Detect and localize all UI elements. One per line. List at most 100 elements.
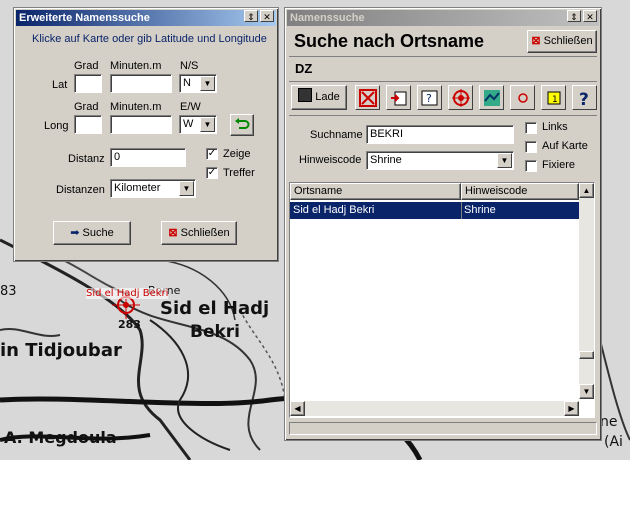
distanz-label: Distanz	[68, 153, 105, 165]
map-label: A. Megdoula	[4, 428, 117, 447]
export-button[interactable]	[386, 85, 411, 110]
floppy-disk-icon	[298, 88, 313, 102]
map-label: Bekri	[190, 322, 241, 342]
scroll-right-icon[interactable]: ▶	[564, 401, 579, 416]
chevron-down-icon: ▼	[179, 181, 194, 196]
scroll-left-icon[interactable]: ◀	[290, 401, 305, 416]
map-label: in Tidjoubar	[0, 340, 122, 361]
ew-label: E/W	[180, 101, 201, 113]
restore-button[interactable]: ⇕	[244, 10, 258, 22]
titlebar: Erweiterte Namenssuche	[16, 10, 276, 26]
scroll-down-icon[interactable]: ▼	[579, 384, 594, 399]
zeige-checkbox[interactable]: ✓	[206, 148, 218, 160]
distanzen-select[interactable]: Kilometer ▼	[110, 179, 196, 198]
suche-button[interactable]: ➡ Suche	[53, 221, 131, 245]
svg-text:?: ?	[426, 92, 432, 105]
reset-button[interactable]	[230, 114, 254, 136]
ns-select[interactable]: N ▼	[179, 74, 217, 93]
map-label: 283	[118, 318, 141, 331]
links-label: Links	[542, 121, 568, 133]
minuten-label: Minuten.m	[110, 60, 162, 72]
suchname-input[interactable]: BEKRI	[366, 125, 514, 144]
column-header-ortsname[interactable]: Ortsname	[290, 183, 461, 200]
status-bar	[289, 422, 597, 435]
svg-text:1: 1	[552, 95, 558, 105]
restore-button[interactable]: ⇕	[567, 10, 581, 22]
query-icon: ?	[421, 90, 438, 106]
vertical-scrollbar[interactable]: ▲ ▼	[579, 183, 594, 399]
target-button[interactable]	[448, 85, 473, 110]
ns-label: N/S	[180, 60, 199, 72]
close-icon[interactable]: ✕	[583, 10, 597, 22]
chevron-down-icon: ▼	[200, 117, 215, 132]
ew-select[interactable]: W ▼	[179, 115, 217, 134]
help-icon: ?	[579, 90, 589, 107]
lat-minuten-input[interactable]	[110, 74, 172, 93]
cell-ortsname: Sid el Hadj Bekri	[293, 204, 375, 216]
table-row[interactable]: Sid el Hadj Bekri Shrine	[290, 202, 579, 219]
instruction-text: Klicke auf Karte oder gib Latitude und L…	[32, 33, 267, 45]
lat-label: Lat	[52, 79, 68, 91]
close-icon: ⊠	[168, 227, 178, 239]
scroll-thumb[interactable]	[579, 351, 594, 359]
lat-grad-input[interactable]	[74, 74, 102, 93]
marker-label: Sid el Hadj Bekri	[86, 288, 169, 299]
lade-button[interactable]: Lade	[291, 85, 347, 110]
zeige-label: Zeige	[223, 148, 251, 160]
titlebar: Namenssuche	[287, 10, 599, 26]
svg-text:?: ?	[579, 90, 589, 107]
close-icon: ⊠	[531, 35, 541, 47]
close-icon[interactable]: ✕	[260, 10, 274, 22]
arrow-right-icon: ➡	[70, 227, 80, 239]
map-label: 83	[0, 284, 17, 299]
fixiere-checkbox[interactable]	[525, 160, 537, 172]
hinweiscode-label: Hinweiscode	[299, 154, 362, 166]
grad-label: Grad	[74, 60, 99, 72]
suchname-label: Suchname	[310, 129, 363, 141]
horizontal-scrollbar[interactable]: ◀ ▶	[290, 401, 579, 416]
country-code: DZ	[295, 61, 313, 76]
auf-karte-label: Auf Karte	[542, 140, 588, 152]
minuten-label: Minuten.m	[110, 101, 162, 113]
treffer-label: Treffer	[223, 167, 255, 179]
chevron-down-icon: ▼	[200, 76, 215, 91]
map-label: Sid el Hadj	[160, 298, 270, 319]
info-icon: 1	[547, 91, 561, 105]
info-button[interactable]: 1	[541, 85, 566, 110]
long-label: Long	[44, 120, 69, 132]
distanz-input[interactable]: 0	[110, 148, 186, 167]
chevron-down-icon: ▼	[497, 153, 512, 168]
close-button[interactable]: ⊠ Schließen	[161, 221, 237, 245]
info-query-button[interactable]: ?	[417, 85, 442, 110]
column-header-hinweiscode[interactable]: Hinweiscode	[461, 183, 579, 200]
name-search-window: Namenssuche ⇕ ✕ Suche nach Ortsname ⊠ Sc…	[284, 7, 602, 441]
map-label: (Ai	[604, 434, 623, 450]
scroll-up-icon[interactable]: ▲	[579, 183, 594, 198]
fixiere-label: Fixiere	[542, 159, 576, 171]
undo-arrow-icon	[235, 118, 250, 129]
map-button[interactable]	[479, 85, 504, 110]
links-checkbox[interactable]	[525, 122, 537, 134]
long-grad-input[interactable]	[74, 115, 102, 134]
treffer-checkbox[interactable]: ✓	[206, 167, 218, 179]
target-icon	[452, 89, 470, 107]
window-title: Namenssuche	[290, 12, 365, 24]
grad-label: Grad	[74, 101, 99, 113]
circle-button[interactable]	[510, 85, 535, 110]
results-table: Ortsname Hinweiscode Sid el Hadj Bekri S…	[289, 182, 595, 418]
circle-icon	[518, 93, 528, 103]
delete-icon	[359, 89, 377, 107]
long-minuten-input[interactable]	[110, 115, 172, 134]
map-label: ne	[600, 414, 618, 430]
page-title: Suche nach Ortsname	[294, 31, 485, 51]
auf-karte-checkbox[interactable]	[525, 141, 537, 153]
extended-search-window: Erweiterte Namenssuche ⇕ ✕ Klicke auf Ka…	[13, 7, 279, 262]
help-button[interactable]: ?	[572, 85, 597, 110]
cell-hinweiscode: Shrine	[464, 204, 496, 216]
close-button[interactable]: ⊠ Schließen	[527, 30, 597, 53]
window-title: Erweiterte Namenssuche	[19, 12, 150, 24]
hinweiscode-select[interactable]: Shrine ▼	[366, 151, 514, 170]
export-icon	[391, 91, 407, 106]
distanzen-label: Distanzen	[56, 184, 105, 196]
delete-button[interactable]	[355, 85, 380, 110]
